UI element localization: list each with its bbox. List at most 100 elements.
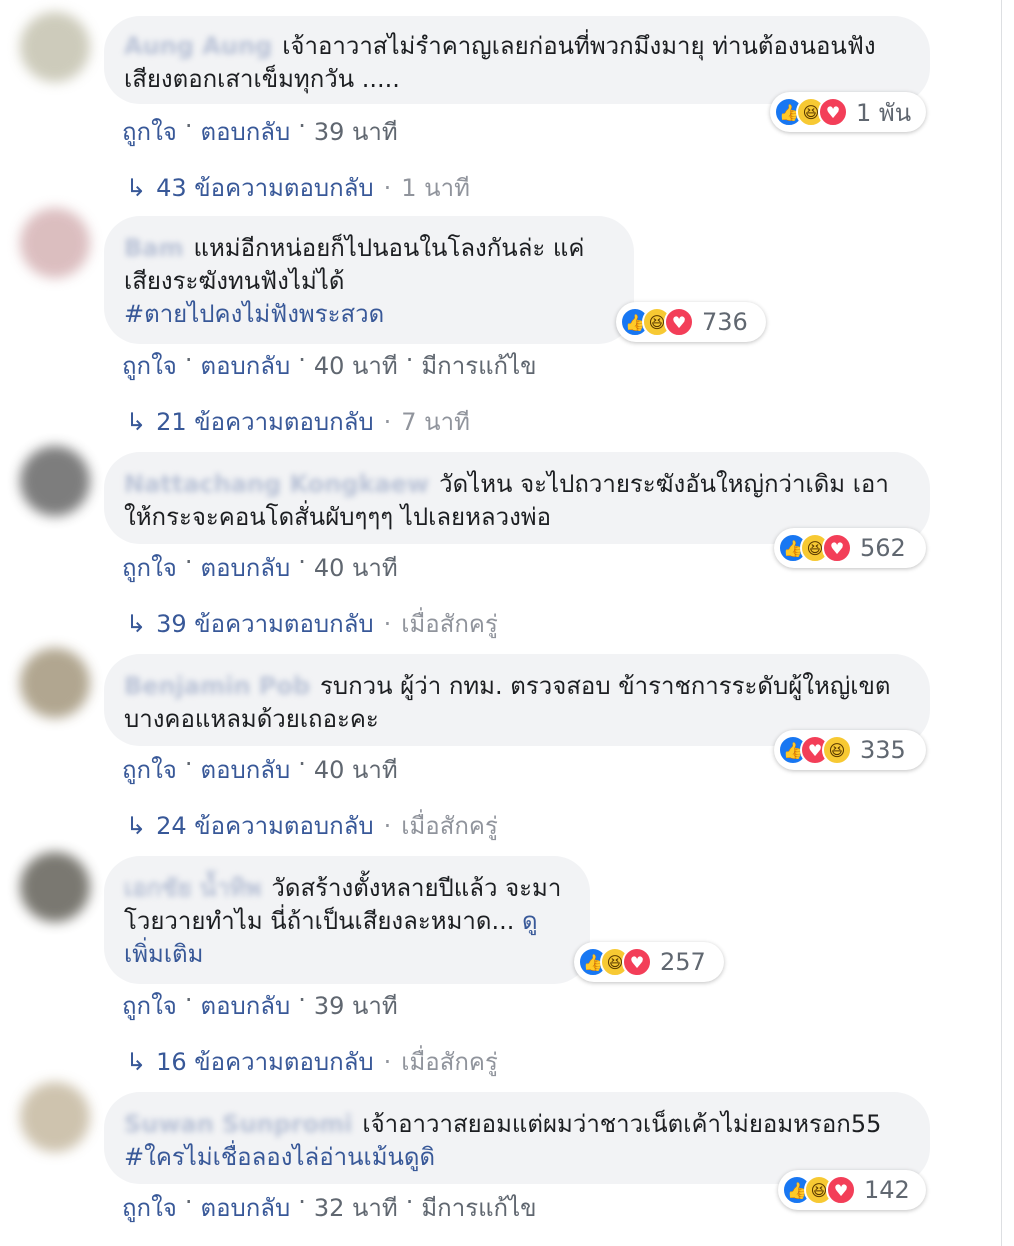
love-icon: ♥ (826, 1175, 856, 1205)
hashtag-link[interactable]: #ใครไม่เชื่อลองไล่อ่านเม้นดูดิ (124, 1143, 435, 1171)
replies-time: 7 นาที (401, 408, 470, 436)
reaction-summary[interactable]: 👍 ♥ 😆 335 (774, 730, 926, 770)
replies-time: เมื่อสักครู่ (401, 1048, 498, 1076)
like-link[interactable]: ถูกใจ (122, 1188, 177, 1227)
reply-arrow-icon: ↳ (126, 609, 147, 638)
avatar[interactable] (20, 12, 90, 82)
comment-actions: ถูกใจ · ตอบกลับ · 40 นาที (122, 548, 398, 587)
replies-count[interactable]: 24 ข้อความตอบกลับ (156, 806, 374, 845)
separator: · (298, 750, 306, 778)
timestamp[interactable]: 40 นาที (314, 750, 398, 789)
avatar[interactable] (20, 648, 90, 718)
love-icon: ♥ (664, 307, 694, 337)
separator: · (298, 112, 306, 140)
replies-time: เมื่อสักครู่ (401, 610, 498, 638)
replies-count[interactable]: 21 ข้อความตอบกลับ (156, 402, 374, 441)
view-replies[interactable]: ↳ 16 ข้อความตอบกลับ · เมื่อสักครู่ (126, 1042, 498, 1081)
reply-link[interactable]: ตอบกลับ (200, 986, 290, 1025)
avatar[interactable] (20, 1082, 90, 1152)
separator: · (184, 1188, 193, 1216)
like-link[interactable]: ถูกใจ (122, 986, 177, 1025)
edited-label[interactable]: มีการแก้ไข (421, 346, 536, 385)
separator: · (383, 811, 392, 840)
like-link[interactable]: ถูกใจ (122, 112, 177, 151)
separator: · (184, 112, 193, 140)
separator: · (298, 346, 306, 374)
edited-label[interactable]: มีการแก้ไข (421, 1188, 536, 1227)
separator: · (383, 1047, 392, 1076)
reaction-summary[interactable]: 👍 😆 ♥ 142 (778, 1170, 926, 1210)
view-replies[interactable]: ↳ 21 ข้อความตอบกลับ · 7 นาที (126, 402, 470, 441)
like-link[interactable]: ถูกใจ (122, 548, 177, 587)
comment-actions: ถูกใจ · ตอบกลับ · 32 นาที · มีการแก้ไข (122, 1188, 537, 1227)
love-icon: ♥ (622, 947, 652, 977)
comment-text: แหม่อีกหน่อยก็ไปนอนในโลงกันล่ะ แค่เสียงร… (124, 234, 585, 295)
replies-time: 1 นาที (401, 174, 470, 202)
like-link[interactable]: ถูกใจ (122, 346, 177, 385)
reaction-summary[interactable]: 👍 😆 ♥ 257 (574, 942, 724, 982)
comment-author[interactable]: Nattachang Kongkaew (124, 470, 429, 498)
replies-count[interactable]: 43 ข้อความตอบกลับ (156, 168, 374, 207)
replies-count[interactable]: 39 ข้อความตอบกลับ (156, 604, 374, 643)
separator: · (383, 407, 392, 436)
separator: · (383, 609, 392, 638)
scrollbar-track (1001, 0, 1014, 1246)
separator: · (405, 346, 414, 374)
view-replies[interactable]: ↳ 24 ข้อความตอบกลับ · เมื่อสักครู่ (126, 806, 498, 845)
comment-actions: ถูกใจ · ตอบกลับ · 40 นาที (122, 750, 398, 789)
separator: · (184, 750, 193, 778)
timestamp[interactable]: 40 นาที (314, 548, 398, 587)
view-replies[interactable]: ↳ 39 ข้อความตอบกลับ · เมื่อสักครู่ (126, 604, 498, 643)
love-icon: ♥ (818, 97, 848, 127)
view-replies[interactable]: ↳ 43 ข้อความตอบกลับ · 1 นาที (126, 168, 470, 207)
reply-arrow-icon: ↳ (126, 407, 147, 436)
avatar[interactable] (20, 446, 90, 516)
replies-count[interactable]: 16 ข้อความตอบกลับ (156, 1042, 374, 1081)
reply-link[interactable]: ตอบกลับ (200, 1188, 290, 1227)
timestamp[interactable]: 40 นาที (314, 346, 398, 385)
reply-link[interactable]: ตอบกลับ (200, 548, 290, 587)
comment-bubble: เอกชัย น้ำทิพ วัดสร้างตั้งหลายปีแล้ว จะมา… (104, 856, 590, 984)
comment-author[interactable]: เอกชัย น้ำทิพ (124, 874, 261, 902)
comment-actions: ถูกใจ · ตอบกลับ · 39 นาที (122, 986, 398, 1025)
comment-bubble: Aung Aung เจ้าอาวาสไม่รำคาญเลยก่อนที่พวกม… (104, 16, 930, 104)
haha-icon: 😆 (822, 735, 852, 765)
comment-author[interactable]: Suwan Sunpromi (124, 1110, 352, 1138)
comment-actions: ถูกใจ · ตอบกลับ · 40 นาที · มีการแก้ไข (122, 346, 537, 385)
comment-bubble: Bam แหม่อีกหน่อยก็ไปนอนในโลงกันล่ะ แค่เสี… (104, 216, 634, 344)
timestamp[interactable]: 32 นาที (314, 1188, 398, 1227)
separator: · (184, 986, 193, 1014)
separator: · (405, 1188, 414, 1216)
separator: · (184, 346, 193, 374)
avatar[interactable] (20, 852, 90, 922)
avatar[interactable] (20, 208, 90, 278)
comment-author[interactable]: Benjamin Pob (124, 672, 310, 700)
timestamp[interactable]: 39 นาที (314, 112, 398, 151)
reply-arrow-icon: ↳ (126, 811, 147, 840)
replies-time: เมื่อสักครู่ (401, 812, 498, 840)
separator: · (184, 548, 193, 576)
reply-link[interactable]: ตอบกลับ (200, 750, 290, 789)
reaction-count: 1 พัน (856, 98, 912, 127)
reaction-summary[interactable]: 👍 😆 ♥ 1 พัน (770, 92, 926, 132)
reply-link[interactable]: ตอบกลับ (200, 112, 290, 151)
reaction-count: 257 (660, 948, 706, 976)
reaction-summary[interactable]: 👍 😆 ♥ 562 (774, 528, 926, 568)
comment-author[interactable]: Bam (124, 234, 184, 262)
separator: · (298, 1188, 306, 1216)
timestamp[interactable]: 39 นาที (314, 986, 398, 1025)
reaction-count: 736 (702, 308, 748, 336)
separator: · (298, 986, 306, 1014)
hashtag-link[interactable]: #ตายไปคงไม่ฟังพระสวด (124, 300, 384, 328)
reply-arrow-icon: ↳ (126, 173, 147, 202)
comment-author[interactable]: Aung Aung (124, 32, 272, 60)
comment-text: เจ้าอาวาสยอมแต่ผมว่าชาวเน็ตเค้าไม่ยอมหรอ… (362, 1110, 882, 1138)
like-link[interactable]: ถูกใจ (122, 750, 177, 789)
comment-actions: ถูกใจ · ตอบกลับ · 39 นาที (122, 112, 398, 151)
reply-arrow-icon: ↳ (126, 1047, 147, 1076)
separator: · (383, 173, 392, 202)
reply-link[interactable]: ตอบกลับ (200, 346, 290, 385)
reaction-count: 142 (864, 1176, 910, 1204)
reaction-summary[interactable]: 👍 😆 ♥ 736 (616, 302, 766, 342)
reaction-count: 562 (860, 534, 906, 562)
